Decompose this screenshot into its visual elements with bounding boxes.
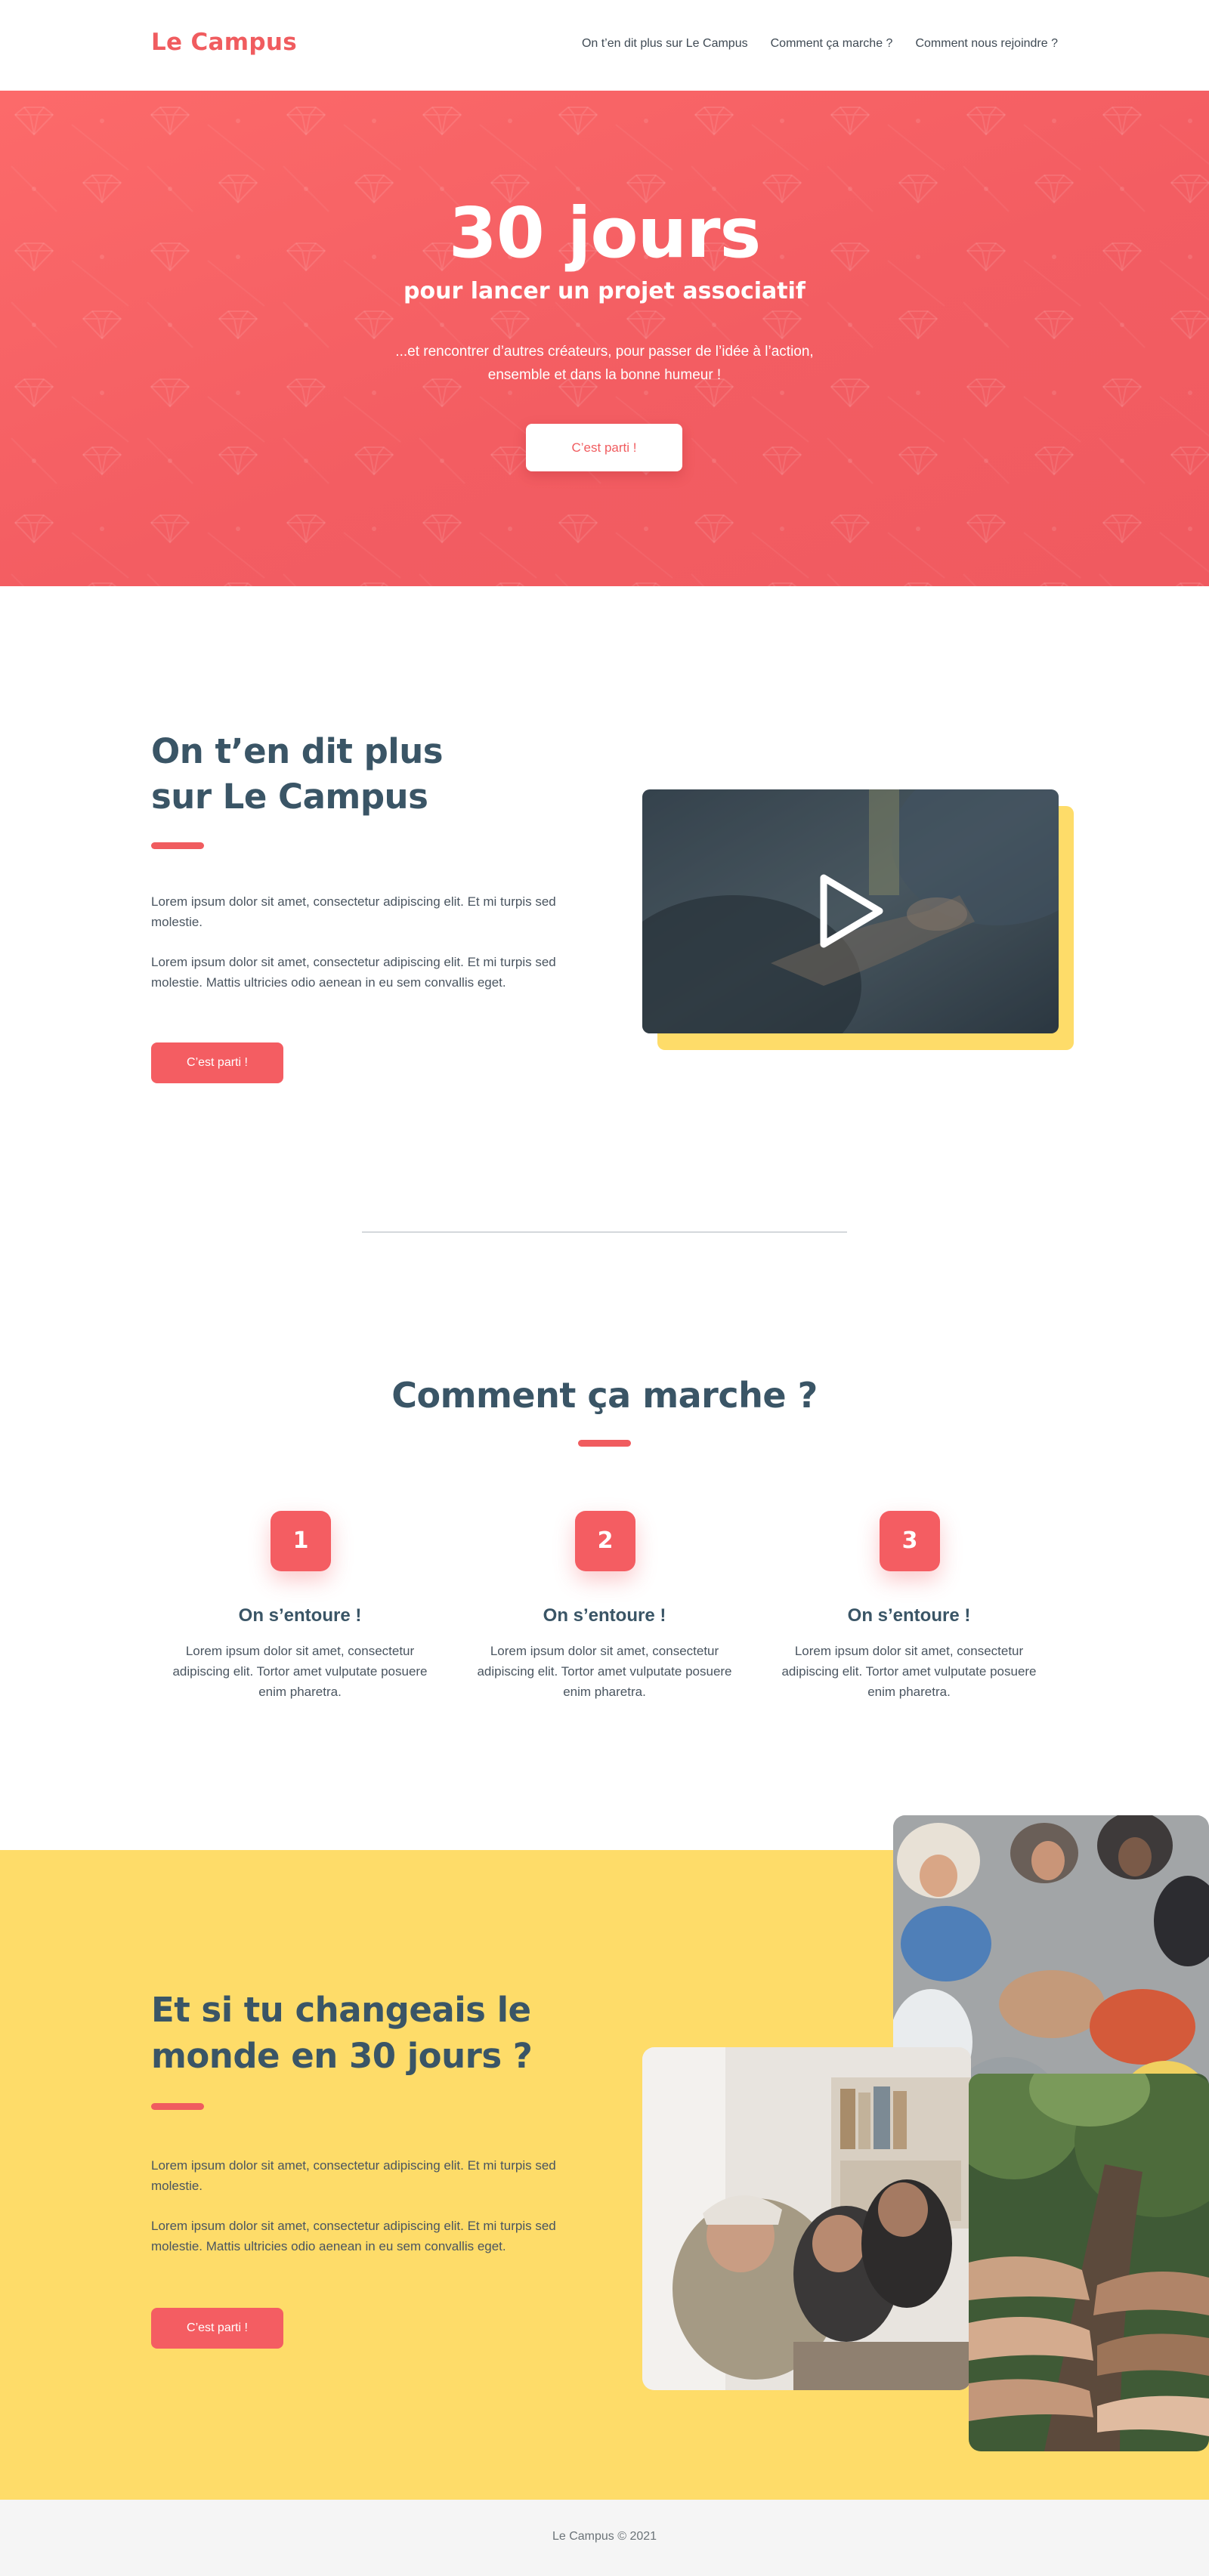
nav-link-join[interactable]: Comment nous rejoindre ? bbox=[915, 37, 1058, 51]
step-number-badge: 2 bbox=[575, 1511, 635, 1571]
how-title: Comment ça marche ? bbox=[391, 1375, 818, 1416]
about-paragraph-2: Lorem ipsum dolor sit amet, consectetur … bbox=[151, 955, 556, 990]
about-cta-button[interactable]: C’est parti ! bbox=[151, 1042, 283, 1083]
how-accent-bar bbox=[578, 1440, 631, 1447]
step-title: On s’entoure ! bbox=[543, 1605, 666, 1626]
top-navbar: Le Campus On t’en dit plus sur Le Campus… bbox=[0, 0, 1209, 91]
nav-links: On t’en dit plus sur Le Campus Comment ç… bbox=[582, 37, 1058, 51]
step-text: Lorem ipsum dolor sit amet, consectetur … bbox=[781, 1644, 1037, 1699]
cta-title-line1: Et si tu changeais le bbox=[151, 1990, 531, 2030]
step-title: On s’entoure ! bbox=[847, 1605, 971, 1626]
about-paragraph-1: Lorem ipsum dolor sit amet, consectetur … bbox=[151, 894, 556, 929]
hero-diamond-pattern bbox=[0, 91, 1209, 586]
cta-button[interactable]: C’est parti ! bbox=[151, 2308, 283, 2349]
section-divider bbox=[362, 1231, 847, 1233]
cta-paragraph-1: Lorem ipsum dolor sit amet, consectetur … bbox=[151, 2158, 556, 2193]
hero-subtitle: pour lancer un projet associatif bbox=[404, 278, 805, 304]
step-text: Lorem ipsum dolor sit amet, consectetur … bbox=[172, 1644, 428, 1699]
cta-title: Et si tu changeais le monde en 30 jours … bbox=[151, 1987, 574, 2079]
cta-paragraph-2: Lorem ipsum dolor sit amet, consectetur … bbox=[151, 2219, 556, 2253]
about-title: On t’en dit plus sur Le Campus bbox=[151, 729, 468, 820]
hero-title: 30 jours bbox=[448, 193, 761, 273]
about-accent-bar bbox=[151, 842, 204, 849]
cta-title-line2: monde en 30 jours ? bbox=[151, 2036, 533, 2076]
step-text: Lorem ipsum dolor sit amet, consectetur … bbox=[477, 1644, 732, 1699]
photo-friends-laughing bbox=[642, 2047, 971, 2390]
hero-section: 30 jours pour lancer un projet associati… bbox=[0, 91, 1209, 586]
step-title: On s’entoure ! bbox=[238, 1605, 362, 1626]
hero-description: ...et rencontrer d’autres créateurs, pou… bbox=[395, 344, 814, 383]
logo[interactable]: Le Campus bbox=[151, 29, 297, 56]
hero-cta-button[interactable]: C’est parti ! bbox=[526, 424, 682, 471]
nav-link-how-it-works[interactable]: Comment ça marche ? bbox=[771, 37, 893, 51]
nav-link-about[interactable]: On t’en dit plus sur Le Campus bbox=[582, 37, 748, 51]
play-icon[interactable] bbox=[818, 873, 886, 949]
photo-hands-on-tree bbox=[969, 2074, 1209, 2451]
step-number-badge: 3 bbox=[880, 1511, 940, 1571]
step-number-badge: 1 bbox=[271, 1511, 331, 1571]
footer-copyright: Le Campus © 2021 bbox=[552, 2530, 657, 2543]
about-title-line2: sur Le Campus bbox=[151, 777, 428, 817]
footer: Le Campus © 2021 bbox=[0, 2500, 1209, 2576]
cta-accent-bar bbox=[151, 2103, 204, 2110]
about-title-line1: On t’en dit plus bbox=[151, 731, 444, 771]
